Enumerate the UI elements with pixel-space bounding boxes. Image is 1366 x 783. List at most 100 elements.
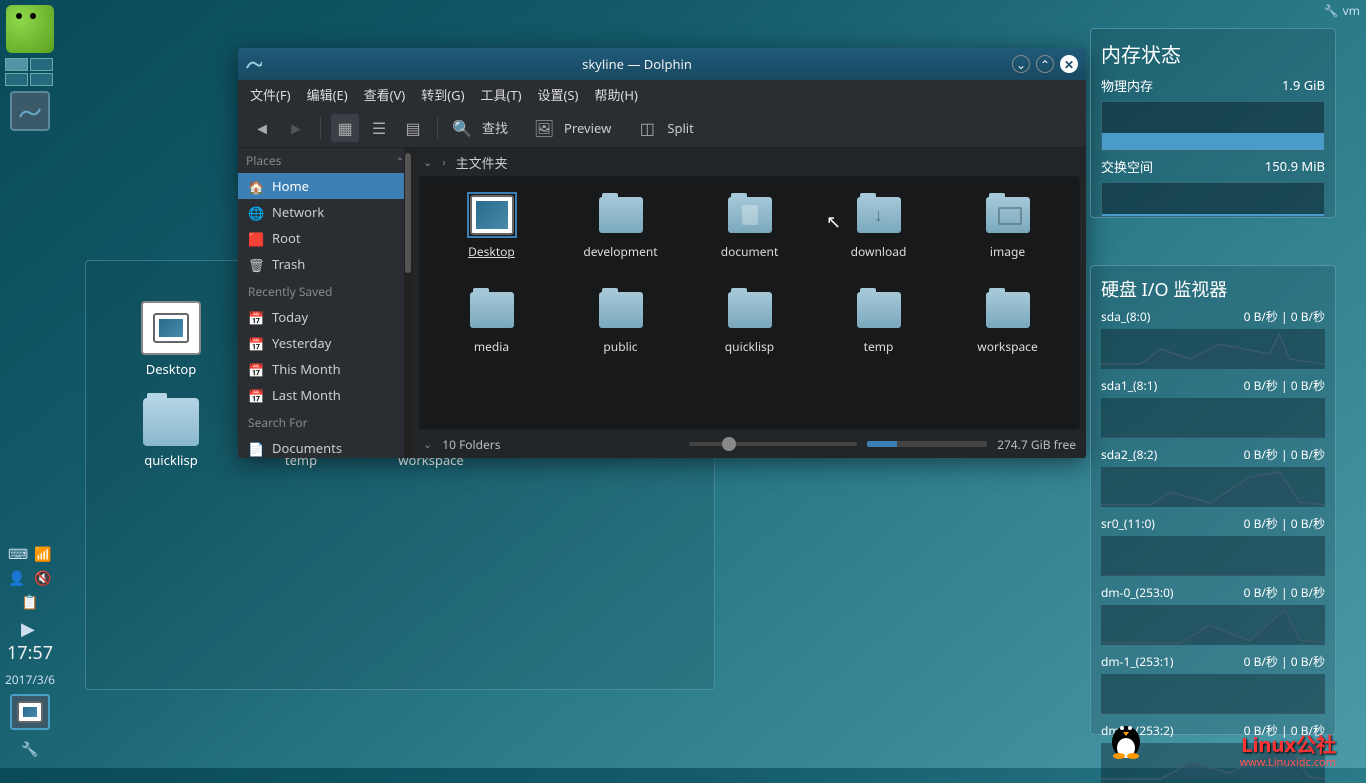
statusbar-expand-icon[interactable]: ⌄ — [423, 437, 432, 452]
forward-button[interactable]: ► — [282, 114, 310, 142]
pager-cell[interactable] — [30, 58, 53, 71]
sidebar-item-recent[interactable]: 📅Today — [238, 304, 412, 330]
clipboard-icon[interactable]: 📋 — [21, 593, 39, 611]
find-icon[interactable]: 🔍 — [448, 114, 476, 142]
desktop-folder-icon — [141, 301, 201, 355]
sidebar-item-trash[interactable]: 🗑Trash — [238, 251, 412, 277]
io-graph — [1101, 674, 1325, 714]
file-label: public — [603, 338, 637, 355]
disk-rates: 0 B/秒 | 0 B/秒 — [1244, 377, 1325, 394]
expand-icon[interactable]: ⌄ — [423, 155, 432, 170]
file-item[interactable]: Desktop — [432, 189, 551, 264]
file-item[interactable]: media — [432, 284, 551, 359]
system-tray: ⌨ 📶 👤 🔇 📋 ▶ 17:57 2017/3/6 🔧 — [5, 545, 55, 758]
desktop-folder-icon — [470, 195, 514, 235]
pager[interactable] — [5, 58, 55, 86]
sidebar-scrollbar[interactable] — [404, 148, 412, 458]
sidebar-item-search[interactable]: 📄Documents — [238, 435, 412, 458]
menu-item[interactable]: 转到(G) — [421, 85, 464, 104]
keyboard-icon[interactable]: ⌨ — [8, 545, 26, 563]
menu-item[interactable]: 帮助(H) — [594, 85, 637, 104]
calendar-icon: 📅 — [248, 309, 264, 325]
desktop-item[interactable]: Desktop — [106, 301, 236, 378]
find-label[interactable]: 查找 — [482, 118, 508, 137]
wrench-icon[interactable]: 🔧 — [1324, 2, 1339, 19]
task-dolphin[interactable] — [10, 694, 50, 730]
sidebar-item-network[interactable]: 🌐Network — [238, 199, 412, 225]
icons-view-button[interactable]: ▦ — [331, 114, 359, 142]
maximize-button[interactable]: ⌃ — [1036, 55, 1054, 73]
menu-item[interactable]: 设置(S) — [538, 85, 579, 104]
desktop-item-label: Desktop — [146, 360, 197, 378]
wifi-icon[interactable]: 📶 — [34, 545, 52, 563]
breadcrumb-label[interactable]: 主文件夹 — [456, 153, 508, 172]
disk-rates: 0 B/秒 | 0 B/秒 — [1244, 515, 1325, 532]
file-item[interactable]: image — [948, 189, 1067, 264]
play-icon[interactable]: ▶ — [21, 617, 39, 635]
preview-icon[interactable]: 🖼 — [530, 114, 558, 142]
zoom-slider[interactable] — [689, 442, 857, 446]
menu-item[interactable]: 查看(V) — [364, 85, 406, 104]
file-label: download — [851, 243, 907, 260]
app-launcher-icon[interactable] — [6, 5, 54, 53]
split-icon[interactable]: ◫ — [633, 114, 661, 142]
breadcrumb[interactable]: ⌄ › 主文件夹 — [413, 148, 1086, 176]
disk-rates: 0 B/秒 | 0 B/秒 — [1244, 446, 1325, 463]
disk-rates: 0 B/秒 | 0 B/秒 — [1244, 308, 1325, 325]
io-title: 硬盘 I/O 监视器 — [1101, 276, 1325, 302]
file-item[interactable]: public — [561, 284, 680, 359]
pager-cell[interactable] — [5, 73, 28, 86]
split-label[interactable]: Split — [667, 119, 694, 137]
file-item[interactable]: download — [819, 189, 938, 264]
back-button[interactable]: ◄ — [248, 114, 276, 142]
file-item[interactable]: quicklisp — [690, 284, 809, 359]
menu-item[interactable]: 文件(F) — [250, 85, 291, 104]
file-item[interactable]: temp — [819, 284, 938, 359]
folder-icon — [599, 292, 643, 328]
menu-item[interactable]: 编辑(E) — [307, 85, 348, 104]
disk-name: sda1_(8:1) — [1101, 377, 1157, 394]
settings-wrench-icon[interactable]: 🔧 — [21, 740, 39, 758]
dolphin-app-icon — [246, 56, 262, 72]
sidebar-item-home[interactable]: 🏠Home — [238, 173, 412, 199]
file-item[interactable]: development — [561, 189, 680, 264]
memory-status-widget[interactable]: 内存状态 物理内存 1.9 GiB 交换空间 150.9 MiB — [1090, 28, 1336, 218]
place-icon: 🗑 — [248, 256, 264, 272]
desktop-item-label: quicklisp — [144, 451, 198, 469]
io-graph — [1101, 605, 1325, 645]
file-item[interactable]: workspace — [948, 284, 1067, 359]
minimize-button[interactable]: ⌄ — [1012, 55, 1030, 73]
pager-cell[interactable] — [5, 58, 28, 71]
preview-label[interactable]: Preview — [564, 119, 611, 137]
user-icon[interactable]: 👤 — [8, 569, 26, 587]
clock-time[interactable]: 17:57 — [7, 641, 53, 665]
dolphin-window: skyline — Dolphin ⌄ ⌃ ✕ 文件(F) 编辑(E) 查看(V) 转… — [238, 48, 1086, 458]
file-label: Desktop — [468, 243, 515, 260]
file-item[interactable]: document — [690, 189, 809, 264]
swap-value: 150.9 MiB — [1265, 157, 1325, 176]
sidebar-item-recent[interactable]: 📅Yesterday — [238, 330, 412, 356]
wireshark-launcher[interactable] — [10, 91, 50, 131]
pager-cell[interactable] — [30, 73, 53, 86]
sidebar-item-recent[interactable]: 📅This Month — [238, 356, 412, 382]
collapse-icon[interactable]: ⌃ — [396, 154, 404, 168]
vm-label: vm — [1343, 2, 1360, 19]
volume-muted-icon[interactable]: 🔇 — [34, 569, 52, 587]
sidebar-item-recent[interactable]: 📅Last Month — [238, 382, 412, 408]
disk-io-widget[interactable]: 硬盘 I/O 监视器 sda_(8:0)0 B/秒 | 0 B/秒sda1_(8… — [1090, 265, 1336, 735]
toolbar: ◄ ► ▦ ☰ ▤ 🔍 查找 🖼 Preview ◫ Split — [238, 108, 1086, 148]
memory-title: 内存状态 — [1101, 39, 1325, 68]
window-title: skyline — Dolphin — [262, 55, 1012, 73]
sidebar-item-root[interactable]: 🟥Root — [238, 225, 412, 251]
place-icon: 🟥 — [248, 230, 264, 246]
file-view[interactable]: Desktop developmentdocument download image m… — [419, 176, 1080, 430]
folder-icon — [857, 197, 901, 233]
calendar-icon: 📅 — [248, 361, 264, 377]
details-view-button[interactable]: ▤ — [399, 114, 427, 142]
menu-item[interactable]: 工具(T) — [480, 85, 521, 104]
desktop-item[interactable]: quicklisp — [106, 398, 236, 469]
close-button[interactable]: ✕ — [1060, 55, 1078, 73]
disk-usage-bar — [867, 441, 987, 447]
titlebar[interactable]: skyline — Dolphin ⌄ ⌃ ✕ — [238, 48, 1086, 80]
compact-view-button[interactable]: ☰ — [365, 114, 393, 142]
